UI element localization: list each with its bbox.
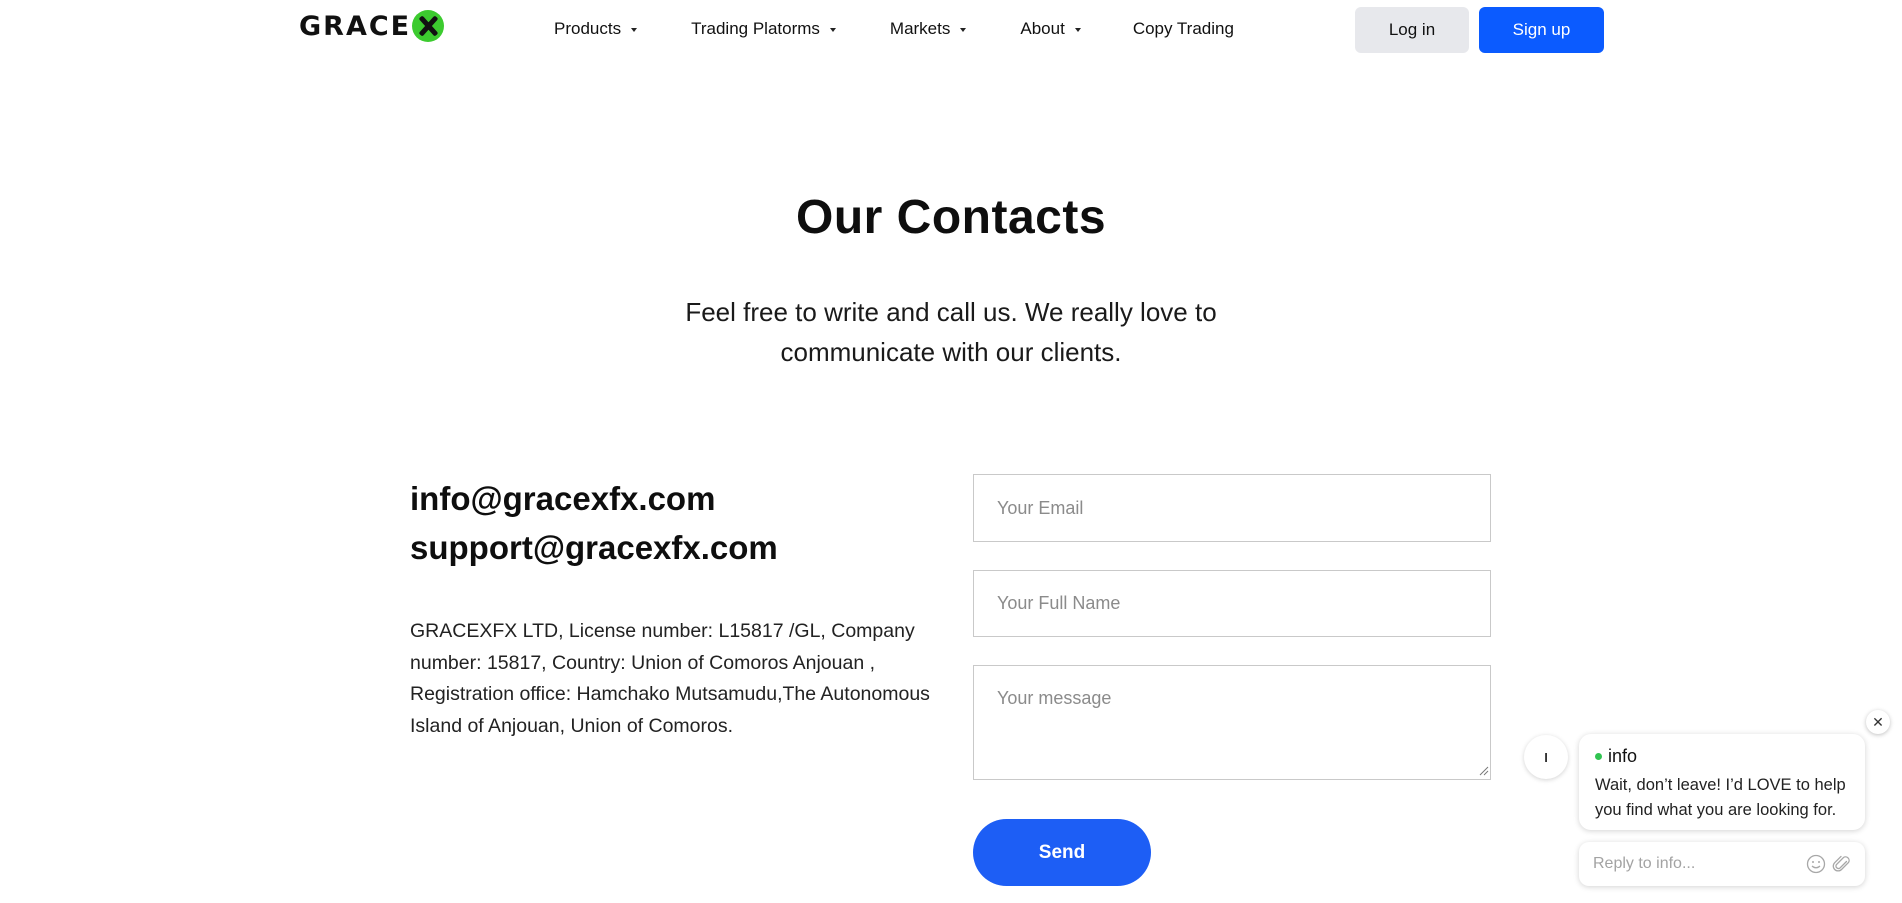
attachment-icon[interactable] — [1832, 853, 1852, 875]
logo-x-icon — [412, 10, 445, 42]
chat-agent-name: info — [1608, 746, 1638, 766]
caret-down-icon — [1074, 28, 1081, 32]
contact-emails: info@gracexfx.com support@gracexfx.com — [410, 474, 778, 572]
login-button[interactable]: Log in — [1355, 7, 1469, 53]
chat-reply-input[interactable] — [1593, 855, 1800, 873]
send-button[interactable]: Send — [973, 819, 1151, 886]
online-status-icon — [1595, 753, 1602, 760]
chat-agent-avatar[interactable]: I — [1524, 735, 1568, 779]
signup-button[interactable]: Sign up — [1479, 7, 1604, 53]
nav-label: About — [1020, 19, 1065, 38]
resize-grip-icon[interactable] — [1479, 766, 1489, 776]
nav-label: Markets — [889, 19, 951, 38]
chat-agent-header: info — [1595, 746, 1849, 767]
message-field[interactable] — [973, 665, 1491, 780]
caret-down-icon — [960, 28, 967, 32]
nav-item-trading-platforms[interactable]: Trading Platorms — [691, 19, 836, 39]
nav-label: Copy Trading — [1132, 19, 1234, 38]
logo-text: GRACE — [299, 10, 412, 42]
page-title: Our Contacts — [795, 191, 1107, 244]
company-info: GRACEXFX LTD, License number: L15817 /GL… — [410, 620, 930, 737]
nav-item-about[interactable]: About — [1020, 19, 1081, 39]
caret-down-icon — [631, 28, 638, 32]
chat-reply-box — [1579, 842, 1865, 886]
site-header: GRACE Products Trading Platorms Markets … — [0, 0, 1902, 62]
gracex-logo[interactable]: GRACE — [299, 10, 445, 42]
full-name-field[interactable] — [973, 570, 1491, 637]
chat-message-bubble[interactable]: info Wait, don’t leave! I’d LOVE to help… — [1579, 734, 1865, 830]
caret-down-icon — [829, 28, 836, 32]
email-field[interactable] — [973, 474, 1491, 542]
nav-label: Trading Platorms — [691, 19, 820, 38]
nav-label: Products — [554, 19, 622, 38]
nav-item-markets[interactable]: Markets — [889, 19, 967, 39]
nav-item-copy-trading[interactable]: Copy Trading — [1133, 19, 1234, 39]
info-email-link[interactable]: info@gracexfx.com — [410, 474, 778, 523]
page-subtitle: Feel free to write and call us. We reall… — [685, 297, 1217, 367]
nav-item-products[interactable]: Products — [554, 19, 638, 39]
emoji-icon[interactable] — [1806, 853, 1826, 875]
support-email-link[interactable]: support@gracexfx.com — [410, 523, 778, 572]
chat-close-icon[interactable]: ✕ — [1866, 710, 1890, 734]
main-nav: Products Trading Platorms Markets About … — [554, 19, 1234, 39]
chat-message-text: Wait, don’t leave! I’d LOVE to help you … — [1595, 776, 1846, 819]
